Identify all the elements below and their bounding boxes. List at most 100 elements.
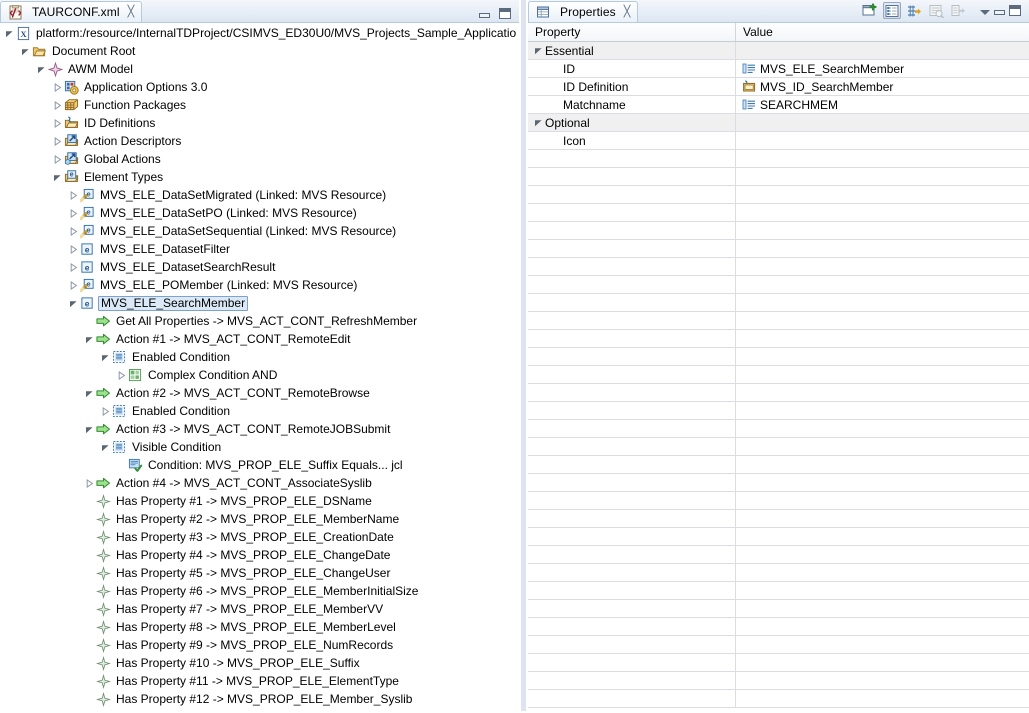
tree-row[interactable]: Complex Condition AND [0,366,519,384]
tree-row[interactable]: Action #4 -> MVS_ACT_CONT_AssociateSysli… [0,474,519,492]
tree-row[interactable]: Condition: MVS_PROP_ELE_Suffix Equals...… [0,456,519,474]
chevron-right-icon[interactable] [68,276,79,294]
close-icon[interactable]: ╳ [128,7,135,18]
tree-row[interactable]: Has Property #7 -> MVS_PROP_ELE_MemberVV [0,600,519,618]
tree-row[interactable]: Application Options 3.0 [0,78,519,96]
minimize-button[interactable] [994,10,1005,15]
chevron-right-icon[interactable] [52,150,63,168]
tree-row[interactable]: Has Property #4 -> MVS_PROP_ELE_ChangeDa… [0,546,519,564]
chevron-right-icon[interactable] [68,240,79,258]
column-header-property[interactable]: Property [528,23,736,41]
tree-row[interactable]: Action #1 -> MVS_ACT_CONT_RemoteEdit [0,330,519,348]
maximize-button[interactable] [499,8,511,19]
tree-row[interactable]: eElement Types [0,168,519,186]
chevron-down-icon[interactable] [68,294,79,312]
tree-row[interactable]: Has Property #1 -> MVS_PROP_ELE_DSName [0,492,519,510]
chevron-down-icon[interactable] [532,118,545,127]
chevron-down-icon[interactable] [532,46,545,55]
chevron-down-icon[interactable] [100,348,111,366]
property-row[interactable]: ID DefinitionMVS_ID_SearchMember [528,78,1029,96]
tree-item-label: Has Property #10 -> MVS_PROP_ELE_Suffix [115,656,361,670]
tree-row[interactable]: eMVS_ELE_DataSetMigrated (Linked: MVS Re… [0,186,519,204]
tree-row[interactable]: Enabled Condition [0,348,519,366]
property-value-cell[interactable]: MVS_ID_SearchMember [736,78,1029,95]
tree-row[interactable]: eMVS_ELE_POMember (Linked: MVS Resource) [0,276,519,294]
property-row[interactable]: Icon [528,132,1029,150]
pin-to-selection-button[interactable] [949,2,967,19]
tree-row[interactable]: Has Property #3 -> MVS_PROP_ELE_Creation… [0,528,519,546]
tree-row[interactable]: eMVS_ELE_DataSetSequential (Linked: MVS … [0,222,519,240]
restore-default-value-button[interactable] [927,2,945,19]
chevron-right-icon[interactable] [52,114,63,132]
tree-row[interactable]: Function Packages [0,96,519,114]
tree-row[interactable]: Has Property #12 -> MVS_PROP_ELE_Member_… [0,690,519,708]
view-menu-button[interactable] [980,10,990,15]
property-value-cell[interactable]: MVS_ELE_SearchMember [736,60,1029,77]
chevron-right-icon[interactable] [68,258,79,276]
property-group-row[interactable]: Optional [528,114,1029,132]
tree-row[interactable]: Action #2 -> MVS_ACT_CONT_RemoteBrowse [0,384,519,402]
tree-row[interactable]: Enabled Condition [0,402,519,420]
property-value-cell[interactable] [736,132,1029,149]
tree-row[interactable]: Xplatform:/resource/InternalTDProject/CS… [0,24,519,42]
editor-tab-label: TAURCONF.xml [32,5,120,19]
property-row[interactable]: MatchnameSEARCHMEM [528,96,1029,114]
chevron-down-icon[interactable] [100,438,111,456]
column-header-value[interactable]: Value [736,23,1029,41]
chevron-right-icon[interactable] [116,366,127,384]
property-value-cell[interactable] [736,42,1029,59]
property-value-cell [736,654,1029,671]
chevron-right-icon[interactable] [68,186,79,204]
tree-row[interactable]: eMVS_ELE_DatasetSearchResult [0,258,519,276]
tree-row[interactable]: Document Root [0,42,519,60]
tree-row[interactable]: Visible Condition [0,438,519,456]
new-property-sheet-button[interactable] [861,2,879,19]
property-row[interactable]: IDMVS_ELE_SearchMember [528,60,1029,78]
model-tree[interactable]: Xplatform:/resource/InternalTDProject/CS… [0,23,519,713]
chevron-down-icon[interactable] [84,420,95,438]
property-value-cell[interactable] [736,114,1029,131]
minimize-button[interactable] [479,13,490,18]
property-group-row[interactable]: Essential [528,42,1029,60]
chevron-down-icon[interactable] [4,24,15,42]
tree-row[interactable]: eMVS_ELE_DataSetPO (Linked: MVS Resource… [0,204,519,222]
editor-tab-taurconf-xml[interactable]: TAURCONF.xml ╳ [0,1,142,22]
chevron-down-icon[interactable] [20,42,31,60]
chevron-down-icon[interactable] [84,384,95,402]
chevron-right-icon[interactable] [52,132,63,150]
chevron-right-icon[interactable] [84,474,95,492]
property-value-cell[interactable]: SEARCHMEM [736,96,1029,113]
tree-row[interactable]: Action #3 -> MVS_ACT_CONT_RemoteJOBSubmi… [0,420,519,438]
tree-row[interactable]: Get All Properties -> MVS_ACT_CONT_Refre… [0,312,519,330]
chevron-right-icon[interactable] [68,222,79,240]
chevron-down-icon[interactable] [36,60,47,78]
show-categories-button[interactable] [883,2,901,19]
tree-row[interactable]: Has Property #5 -> MVS_PROP_ELE_ChangeUs… [0,564,519,582]
tree-row[interactable]: Action Descriptors [0,132,519,150]
chevron-right-icon[interactable] [52,96,63,114]
tree-row[interactable]: eMVS_ELE_DatasetFilter [0,240,519,258]
tree-row[interactable]: Has Property #6 -> MVS_PROP_ELE_MemberIn… [0,582,519,600]
show-advanced-properties-button[interactable] [905,2,923,19]
chevron-right-icon[interactable] [100,402,111,420]
tree-row[interactable]: ID Definitions [0,114,519,132]
tree-row[interactable]: AWM Model [0,60,519,78]
tree-row[interactable]: Has Property #9 -> MVS_PROP_ELE_NumRecor… [0,636,519,654]
close-icon[interactable]: ╳ [624,7,631,18]
panel-sash[interactable] [519,0,528,711]
tree-row[interactable]: Global Actions [0,150,519,168]
properties-table[interactable]: Property Value EssentialIDMVS_ELE_Search… [528,23,1029,712]
tree-item-label: Has Property #9 -> MVS_PROP_ELE_NumRecor… [115,638,394,652]
tree-row-selected[interactable]: eMVS_ELE_SearchMember [0,294,519,312]
chevron-right-icon[interactable] [52,78,63,96]
tree-row[interactable]: Has Property #10 -> MVS_PROP_ELE_Suffix [0,654,519,672]
maximize-button[interactable] [1009,5,1021,16]
tree-row[interactable]: Has Property #11 -> MVS_PROP_ELE_Element… [0,672,519,690]
chevron-right-icon[interactable] [68,204,79,222]
tree-row[interactable]: Has Property #2 -> MVS_PROP_ELE_MemberNa… [0,510,519,528]
properties-tab[interactable]: Properties ╳ [528,1,638,22]
chevron-down-icon[interactable] [84,330,95,348]
tree-item-label: AWM Model [67,62,134,76]
chevron-down-icon[interactable] [52,168,63,186]
tree-row[interactable]: Has Property #8 -> MVS_PROP_ELE_MemberLe… [0,618,519,636]
